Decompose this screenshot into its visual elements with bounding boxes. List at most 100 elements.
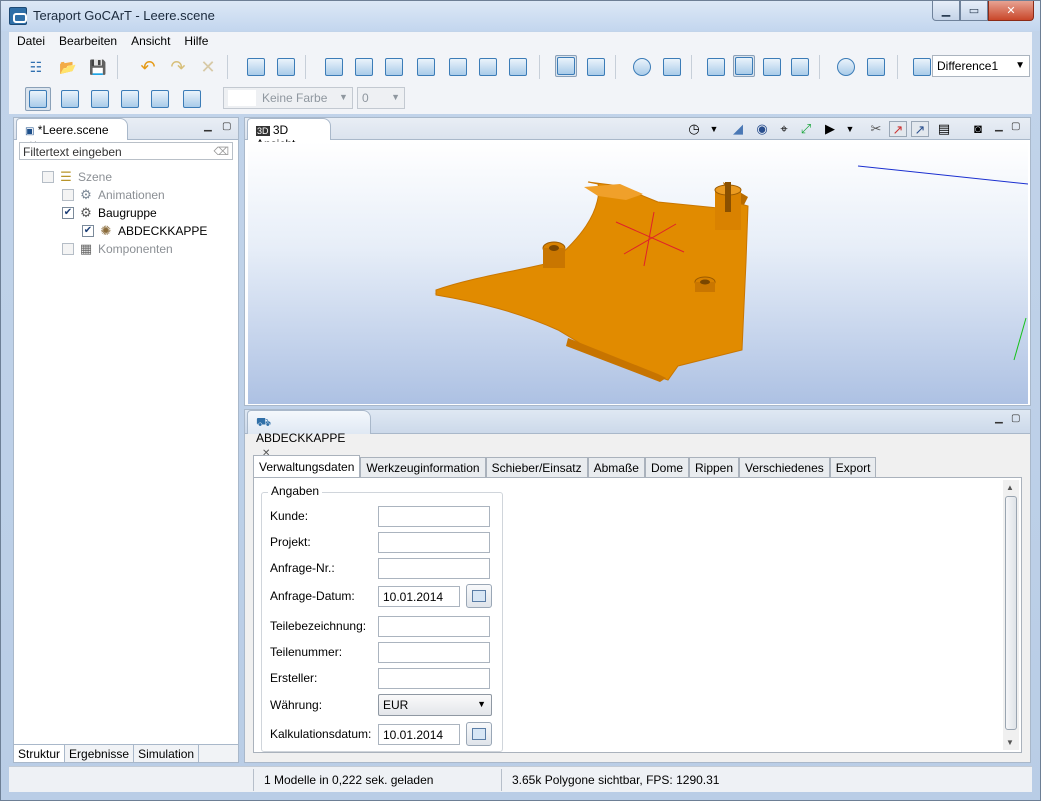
tree-item-komponenten[interactable]: ▦ Komponenten — [62, 240, 173, 258]
kalkulationsdatum-input[interactable]: 10.01.2014 — [378, 723, 460, 745]
tab-schieber-einsatz[interactable]: Schieber/Einsatz — [485, 457, 588, 477]
fit-view-icon[interactable]: ⤢ — [797, 121, 815, 137]
3d-viewport[interactable] — [248, 142, 1028, 404]
tree-item-szene[interactable]: ☰ Szene — [42, 168, 112, 186]
tree-checkbox[interactable]: ✔ — [82, 225, 94, 237]
circle-icon[interactable] — [631, 56, 653, 78]
pin-icon[interactable] — [181, 88, 203, 110]
anfrage-nr-input[interactable] — [378, 557, 490, 579]
tab-verwaltungsdaten[interactable]: Verwaltungsdaten — [253, 455, 361, 477]
layout-l-icon[interactable] — [705, 56, 727, 78]
grid-icon[interactable] — [447, 56, 469, 78]
menu-datei[interactable]: Datei — [17, 34, 45, 48]
chevron-down-icon[interactable]: ▼ — [841, 121, 859, 137]
eye-icon[interactable]: ◉ — [753, 121, 771, 137]
scroll-up-icon[interactable]: ▲ — [1006, 483, 1014, 492]
anfrage-datum-input[interactable]: 10.01.2014 — [378, 585, 460, 607]
clear-filter-icon[interactable]: ⌫ — [213, 145, 229, 158]
tree-checkbox[interactable] — [62, 189, 74, 201]
projekt-input[interactable] — [378, 531, 490, 553]
minimize-view-icon[interactable]: ▁ — [204, 121, 212, 132]
tab-struktur[interactable]: Struktur — [14, 745, 66, 762]
waehrung-select[interactable]: EUR ▼ — [378, 694, 492, 716]
transform-icon[interactable] — [89, 88, 111, 110]
tab-abdeckkappe[interactable]: ⛟ ABDECKKAPPE ✕ — [247, 410, 371, 459]
camera-mode-icon[interactable] — [25, 87, 51, 111]
oval-icon[interactable] — [835, 56, 857, 78]
checklist-icon[interactable] — [661, 56, 683, 78]
teilenummer-input[interactable] — [378, 641, 490, 663]
tab-3d-ansicht[interactable]: 3D 3D Ansicht — [247, 118, 331, 151]
axis-blue-icon[interactable]: ↗ — [911, 121, 929, 137]
tree-item-abdeckkappe[interactable]: ✔ ✺ ABDECKKAPPE — [82, 222, 207, 240]
menu-bearbeiten[interactable]: Bearbeiten — [59, 34, 117, 48]
add-geometry-icon[interactable] — [275, 56, 297, 78]
new-scene-icon[interactable]: ☷ — [25, 56, 47, 78]
camera-icon[interactable]: ▶ — [821, 121, 839, 137]
minimize-view-icon[interactable]: ▁ — [995, 121, 1003, 132]
tree-checkbox[interactable] — [42, 171, 54, 183]
bounding-box-icon[interactable] — [149, 88, 171, 110]
maximize-view-icon[interactable]: ▢ — [222, 121, 231, 132]
properties-scrollbar[interactable]: ▲ ▼ — [1003, 480, 1019, 750]
tab-abmasse[interactable]: Abmaße — [587, 457, 645, 477]
chevron-down-icon[interactable]: ▼ — [705, 121, 723, 137]
select-pointer-icon[interactable] — [59, 88, 81, 110]
crosshair-icon[interactable]: ⌖ — [775, 121, 793, 137]
section-icon[interactable] — [477, 56, 499, 78]
tab-ergebnisse[interactable]: Ergebnisse — [65, 745, 135, 762]
copy-geometry-icon[interactable] — [245, 56, 267, 78]
save-icon[interactable]: 💾 — [87, 56, 109, 78]
tab-verschiedenes[interactable]: Verschiedenes — [739, 457, 830, 477]
open-folder-icon[interactable]: 📂 — [57, 56, 79, 78]
dimension-icon[interactable] — [353, 56, 375, 78]
film-strip-icon[interactable] — [323, 56, 345, 78]
layout-3-icon[interactable] — [789, 56, 811, 78]
screenshot-icon[interactable]: ◙ — [969, 121, 987, 137]
layout-1-icon[interactable] — [733, 55, 755, 77]
kalkulationsdatum-calendar-button[interactable] — [466, 722, 492, 746]
maximize-button[interactable]: ▭ — [960, 1, 988, 21]
color-icon[interactable] — [911, 56, 933, 78]
measure-icon[interactable] — [119, 88, 141, 110]
ersteller-input[interactable] — [378, 667, 490, 689]
tree-checkbox[interactable]: ✔ — [62, 207, 74, 219]
scroll-down-icon[interactable]: ▼ — [1006, 738, 1014, 747]
redo-icon[interactable]: ↷ — [167, 56, 189, 78]
surface-icon[interactable] — [585, 56, 607, 78]
funnel-icon[interactable] — [415, 56, 437, 78]
tree-item-animationen[interactable]: ⚙ Animationen — [62, 186, 165, 204]
maximize-view-icon[interactable]: ▢ — [1011, 121, 1020, 132]
maximize-view-icon[interactable]: ▢ — [1011, 413, 1020, 424]
layout-2-icon[interactable] — [761, 56, 783, 78]
tab-leere-scene[interactable]: ▣ *Leere.scene ✕ — [16, 118, 128, 151]
tree-item-baugruppe[interactable]: ✔ ⚙ Baugruppe — [62, 204, 157, 222]
clock-icon[interactable]: ◷ — [685, 121, 703, 137]
tab-export[interactable]: Export — [829, 457, 877, 477]
minimize-button[interactable]: ▁ — [932, 1, 960, 21]
cut-plane-icon[interactable]: ✂ — [867, 121, 885, 137]
axis-red-icon[interactable]: ↗ — [889, 121, 907, 137]
tab-simulation[interactable]: Simulation — [134, 745, 200, 762]
properties-icon[interactable]: ▤ — [935, 121, 953, 137]
tab-werkzeuginformation[interactable]: Werkzeuginformation — [360, 457, 486, 477]
kunde-input[interactable] — [378, 505, 490, 527]
tab-dome[interactable]: Dome — [644, 457, 689, 477]
rotate-icon[interactable] — [383, 56, 405, 78]
anfrage-datum-calendar-button[interactable] — [466, 584, 492, 608]
menu-hilfe[interactable]: Hilfe — [184, 34, 208, 48]
inspect-icon[interactable] — [507, 56, 529, 78]
filter-input[interactable]: Filtertext eingeben ⌫ — [19, 142, 233, 160]
shading-icon[interactable]: ◢ — [729, 121, 747, 137]
menu-ansicht[interactable]: Ansicht — [131, 34, 170, 48]
minimize-view-icon[interactable]: ▁ — [995, 413, 1003, 424]
gear-mode-icon[interactable] — [555, 55, 577, 77]
teilebezeichnung-input[interactable] — [378, 615, 490, 637]
tree-checkbox[interactable] — [62, 243, 74, 255]
scrollbar-thumb[interactable] — [1005, 496, 1017, 730]
tab-rippen[interactable]: Rippen — [689, 457, 740, 477]
close-button[interactable]: ✕ — [988, 1, 1034, 21]
undo-icon[interactable]: ↶ — [137, 56, 159, 78]
difference-dropdown[interactable]: Difference1 ▼ — [932, 55, 1030, 77]
delete-icon[interactable]: ✕ — [197, 56, 219, 78]
